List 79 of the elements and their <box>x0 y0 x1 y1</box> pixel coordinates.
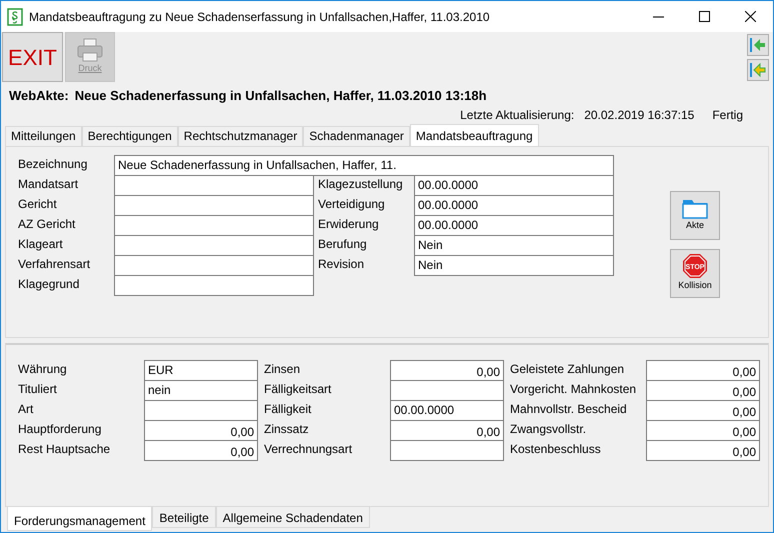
input-field[interactable] <box>114 174 314 196</box>
input-field[interactable]: Nein <box>414 234 614 256</box>
field-label: Zwangsvollstr. <box>510 420 588 438</box>
field-label: Erwiderung <box>317 216 380 232</box>
field-label: AZ Gericht <box>18 216 76 232</box>
field-label: Art <box>18 400 34 418</box>
tab[interactable]: Mandatsbeauftragung <box>410 124 539 146</box>
arrow-left-icon <box>750 62 766 78</box>
field-label: Revision <box>317 256 366 272</box>
field-label: Tituliert <box>18 380 58 398</box>
maximize-icon[interactable] <box>698 11 710 22</box>
input-field[interactable]: nein <box>144 380 258 400</box>
field-label: Fälligkeitsart <box>264 380 332 398</box>
close-icon[interactable] <box>744 11 756 22</box>
tab[interactable]: Mitteilungen <box>5 126 82 146</box>
input-field[interactable]: 0,00 <box>144 440 258 460</box>
tab[interactable]: Berechtigungen <box>82 126 178 146</box>
field-label: Währung <box>18 360 68 378</box>
field-label: Vorgericht. Mahnkosten <box>510 380 638 398</box>
field-label: Fälligkeit <box>264 400 312 418</box>
tab[interactable]: Rechtschutzmanager <box>178 126 304 146</box>
update-time: 20.02.2019 16:37:15 <box>584 106 694 124</box>
folder-icon <box>682 197 708 220</box>
window-title: Mandatsbeauftragung zu Neue Schadenserfassung in Unfallsachen,Haffer, 11.03.2010 <box>29 8 491 26</box>
status-text: Fertig <box>712 106 743 124</box>
tab[interactable]: Beteiligte <box>152 506 216 528</box>
input-field[interactable]: 0,00 <box>144 420 258 440</box>
field-label: Bezeichnung <box>18 156 88 172</box>
field-label: Rest Hauptsache <box>18 440 112 458</box>
input-field[interactable] <box>114 214 314 236</box>
input-field[interactable] <box>114 274 314 296</box>
printer-icon <box>77 38 103 62</box>
field-label: Klagezustellung <box>317 176 404 192</box>
field-label: Kostenbeschluss <box>510 440 602 458</box>
tab[interactable]: Forderungsmanagement <box>7 506 152 530</box>
input-field[interactable]: 00.00.0000 <box>414 174 614 196</box>
input-field[interactable] <box>390 380 504 400</box>
input-field[interactable] <box>390 440 504 460</box>
input-field[interactable] <box>144 400 258 420</box>
exit-button[interactable]: EXIT <box>2 32 63 82</box>
nav-button[interactable] <box>747 34 769 56</box>
nav-button[interactable] <box>747 59 769 81</box>
input-field[interactable] <box>114 234 314 256</box>
input-field[interactable]: 00.00.0000 <box>390 400 504 420</box>
header-label: WebAkte: <box>9 87 69 105</box>
input-field[interactable]: 00.00.0000 <box>414 194 614 216</box>
field-label: Klagegrund <box>18 276 80 292</box>
input-field[interactable]: 0,00 <box>646 360 760 380</box>
field-label: Berufung <box>317 236 368 252</box>
input-field[interactable]: 0,00 <box>646 420 760 440</box>
input-field[interactable]: 0,00 <box>646 380 760 400</box>
update-label: Letzte Aktualisierung: <box>460 106 574 124</box>
field-label: Mandatsart <box>18 176 80 192</box>
field-label: Geleistete Zahlungen <box>510 360 626 378</box>
input-field[interactable]: 0,00 <box>390 420 504 440</box>
tab[interactable]: Schadenmanager <box>303 126 410 146</box>
record-title: Neue Schadenerfassung in Unfallsachen, Haffer, 11.03.2010 13:18h <box>74 87 487 105</box>
input-field[interactable] <box>114 254 314 276</box>
app-icon <box>7 8 23 26</box>
input-field[interactable]: Nein <box>414 254 614 276</box>
file-button[interactable]: Akte <box>670 190 720 240</box>
input-field[interactable]: Neue Schadenerfassung in Unfallsachen, Haffer, 11. <box>114 154 614 176</box>
field-label: Zinssatz <box>264 420 310 438</box>
field-label: Hauptforderung <box>18 420 102 438</box>
arrow-left-icon <box>750 37 766 53</box>
field-label: Mahnvollstr. Bescheid <box>510 400 628 418</box>
tab[interactable]: Allgemeine Schadendaten <box>216 506 370 528</box>
input-field[interactable] <box>114 194 314 216</box>
input-field[interactable]: 0,00 <box>646 440 760 460</box>
field-label: Klageart <box>18 236 64 252</box>
field-label: Zinsen <box>264 360 302 378</box>
input-field[interactable]: 0,00 <box>390 360 504 380</box>
field-label: Verfahrensart <box>18 256 92 272</box>
input-field[interactable]: 00.00.0000 <box>414 214 614 236</box>
input-field[interactable]: 0,00 <box>646 400 760 420</box>
field-label: Verrechnungsart <box>264 440 354 458</box>
field-label: Verteidigung <box>317 196 386 212</box>
field-label: Gericht <box>18 196 58 212</box>
input-field[interactable]: EUR <box>144 360 258 380</box>
